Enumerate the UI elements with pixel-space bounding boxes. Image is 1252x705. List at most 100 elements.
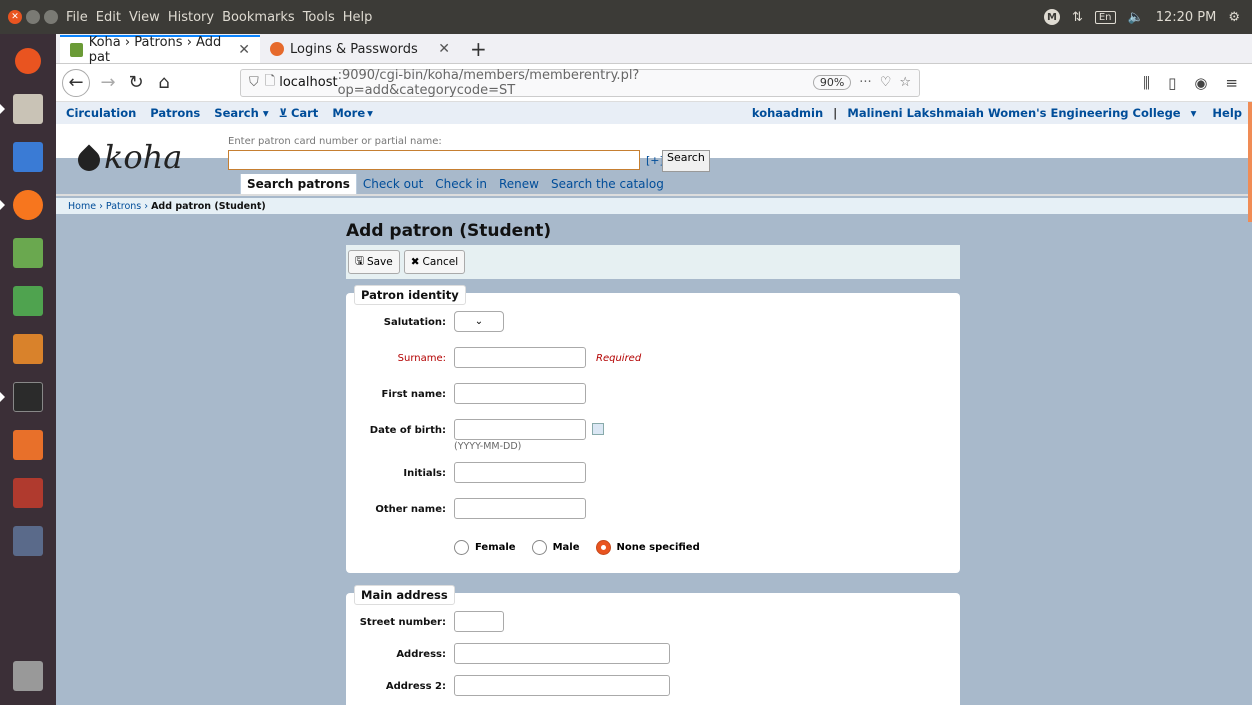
keyboard-layout-indicator[interactable]: En bbox=[1094, 10, 1116, 24]
back-arrow-icon[interactable]: ← bbox=[62, 68, 90, 97]
library-dropdown-caret[interactable]: ▾ bbox=[1191, 106, 1197, 120]
nav-separator: | bbox=[833, 106, 838, 120]
chevron-down-icon: ⌄ bbox=[474, 316, 484, 327]
page-info-icon[interactable]: 🗋 bbox=[265, 72, 275, 94]
tab-search-patrons[interactable]: Search patrons bbox=[240, 174, 357, 195]
menu-bookmarks[interactable]: Bookmarks bbox=[222, 10, 295, 25]
nav-help[interactable]: Help bbox=[1212, 106, 1242, 120]
minimize-window-icon[interactable] bbox=[26, 10, 40, 24]
breadcrumb-patrons[interactable]: Patrons bbox=[106, 201, 141, 212]
tab-koha-add-patron[interactable]: Koha › Patrons › Add pat ✕ bbox=[60, 35, 260, 65]
sleep-launcher-item[interactable] bbox=[7, 520, 49, 562]
close-tab-icon[interactable]: ✕ bbox=[438, 41, 450, 57]
save-button[interactable]: 🖫 Save bbox=[348, 250, 400, 274]
nav-patrons[interactable]: Patrons bbox=[150, 106, 200, 120]
nav-more[interactable]: More bbox=[332, 106, 365, 120]
gender-radio-group: Female Male None specified bbox=[454, 534, 960, 573]
dob-input[interactable] bbox=[454, 419, 586, 440]
impress-launcher-item[interactable] bbox=[7, 328, 49, 370]
software-launcher-item[interactable] bbox=[7, 424, 49, 466]
network-arrows-icon[interactable]: ⇅ bbox=[1072, 10, 1083, 25]
breadcrumb-home[interactable]: Home bbox=[68, 201, 96, 212]
tab-check-in[interactable]: Check in bbox=[429, 174, 493, 195]
tab-logins-passwords[interactable]: Logins & Passwords ✕ bbox=[260, 35, 460, 63]
menu-edit[interactable]: Edit bbox=[96, 10, 121, 25]
menu-view[interactable]: View bbox=[129, 10, 160, 25]
home-icon[interactable]: ⌂ bbox=[150, 69, 178, 97]
page-scrollbar[interactable] bbox=[1248, 102, 1252, 222]
pocket-icon[interactable]: ♡ bbox=[880, 75, 892, 90]
street-number-input[interactable] bbox=[454, 611, 504, 632]
account-icon[interactable]: ◉ bbox=[1194, 74, 1207, 92]
dob-label: Date of birth: bbox=[369, 425, 446, 436]
patron-search-input[interactable] bbox=[228, 150, 640, 170]
address-input[interactable] bbox=[454, 643, 670, 664]
sidebar-icon[interactable]: ▯ bbox=[1168, 74, 1176, 92]
bookmark-star-icon[interactable]: ☆ bbox=[899, 75, 911, 90]
trash-launcher-item[interactable] bbox=[7, 655, 49, 697]
files-launcher-item[interactable] bbox=[0, 88, 49, 130]
more-dropdown-caret[interactable]: ▾ bbox=[367, 106, 373, 120]
patron-search-button[interactable]: Search bbox=[662, 150, 710, 172]
text-editor-launcher-item[interactable] bbox=[7, 232, 49, 274]
library-name[interactable]: Malineni Lakshmaiah Women's Engineering … bbox=[847, 106, 1180, 120]
calendar-icon[interactable] bbox=[592, 423, 604, 435]
koha-favicon-icon bbox=[70, 43, 83, 57]
nav-search[interactable]: Search bbox=[214, 106, 259, 120]
salutation-row: Salutation: ⌄ bbox=[346, 311, 960, 347]
nav-circulation[interactable]: Circulation bbox=[66, 106, 136, 120]
volume-icon[interactable]: 🔈 bbox=[1128, 10, 1144, 25]
zoom-level-button[interactable]: 90% bbox=[812, 75, 852, 90]
terminal-launcher-item[interactable] bbox=[0, 376, 49, 418]
system-settings-launcher-item[interactable] bbox=[7, 472, 49, 514]
salutation-select[interactable]: ⌄ bbox=[454, 311, 504, 332]
firefox-launcher-item[interactable] bbox=[0, 184, 49, 226]
salutation-label: Salutation: bbox=[383, 317, 446, 328]
forward-arrow-icon[interactable]: → bbox=[94, 69, 122, 97]
calc-launcher-item[interactable] bbox=[7, 280, 49, 322]
koha-logo[interactable]: koha bbox=[73, 138, 182, 176]
maximize-window-icon[interactable] bbox=[44, 10, 58, 24]
menu-help[interactable]: Help bbox=[343, 10, 373, 25]
dash-launcher-item[interactable] bbox=[7, 40, 49, 82]
writer-launcher-item[interactable] bbox=[7, 136, 49, 178]
gender-none-radio[interactable] bbox=[595, 540, 611, 555]
address2-input[interactable] bbox=[454, 675, 670, 696]
document-icon bbox=[13, 142, 43, 172]
tab-search-catalog[interactable]: Search the catalog bbox=[545, 174, 670, 195]
hamburger-menu-icon[interactable]: ≡ bbox=[1225, 74, 1238, 92]
initials-input[interactable] bbox=[454, 462, 586, 483]
page-actions-icon[interactable]: ··· bbox=[859, 75, 871, 90]
new-tab-icon[interactable]: + bbox=[460, 37, 497, 61]
m-indicator-icon[interactable]: M bbox=[1043, 9, 1060, 25]
file-cabinet-icon bbox=[13, 94, 43, 124]
cancel-button[interactable]: ✖ Cancel bbox=[403, 250, 466, 274]
dob-format-hint: (YYYY-MM-DD) bbox=[454, 441, 522, 452]
shield-icon[interactable]: ⛉ bbox=[249, 75, 259, 90]
menu-file[interactable]: File bbox=[66, 10, 88, 25]
gender-female-radio[interactable] bbox=[454, 540, 469, 555]
othername-input[interactable] bbox=[454, 498, 586, 519]
surname-label: Surname: bbox=[397, 353, 446, 364]
nav-cart[interactable]: Cart bbox=[291, 106, 318, 120]
cart-icon[interactable]: ⊻ bbox=[279, 106, 288, 120]
clock[interactable]: 12:20 PM bbox=[1156, 10, 1217, 25]
reload-icon[interactable]: ↻ bbox=[122, 69, 150, 97]
url-bar[interactable]: ⛉ 🗋 localhost :9090/cgi-bin/koha/members… bbox=[240, 68, 920, 98]
menu-history[interactable]: History bbox=[168, 10, 214, 25]
close-window-icon[interactable]: ✕ bbox=[8, 10, 22, 24]
header-divider bbox=[56, 194, 1252, 196]
firstname-input[interactable] bbox=[454, 383, 586, 404]
close-tab-icon[interactable]: ✕ bbox=[238, 42, 250, 58]
search-dropdown-caret[interactable]: ▾ bbox=[263, 106, 269, 120]
logged-in-user[interactable]: kohaadmin bbox=[752, 106, 823, 120]
gender-male-radio[interactable] bbox=[531, 540, 547, 555]
settings-gear-icon[interactable]: ⚙ bbox=[1228, 10, 1240, 25]
tab-check-out[interactable]: Check out bbox=[357, 174, 429, 195]
library-icon[interactable]: ⫼ bbox=[1143, 74, 1150, 92]
trash-icon bbox=[13, 661, 43, 691]
tab-renew[interactable]: Renew bbox=[493, 174, 545, 195]
surname-input[interactable] bbox=[454, 347, 586, 368]
breadcrumb-separator: › bbox=[141, 200, 152, 212]
menu-tools[interactable]: Tools bbox=[303, 10, 335, 25]
